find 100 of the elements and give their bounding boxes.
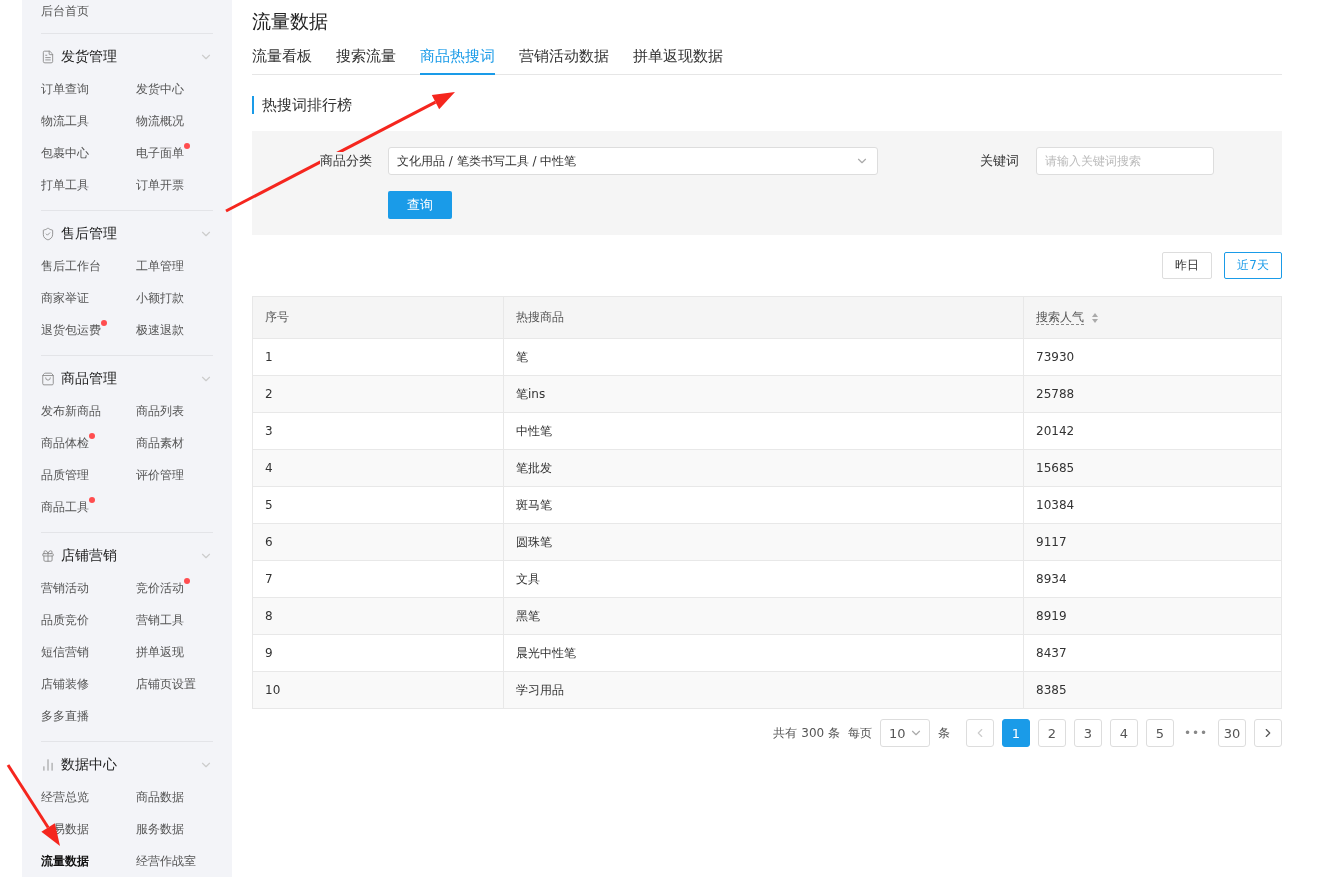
table-cell: 3: [252, 412, 504, 450]
sidebar-item[interactable]: 店铺页设置: [136, 673, 196, 695]
gift-icon: [41, 549, 55, 563]
table-cell: 9117: [1023, 523, 1282, 561]
table-cell: 文具: [503, 560, 1024, 598]
page-button[interactable]: 4: [1110, 719, 1138, 747]
table-cell: 15685: [1023, 449, 1282, 487]
sidebar-item[interactable]: 商品数据: [136, 786, 184, 808]
field-label: 关键词: [980, 152, 1019, 170]
sidebar-item[interactable]: 极速退款: [136, 319, 184, 341]
page-size-label: 每页: [848, 724, 872, 742]
section-title[interactable]: 商品管理: [61, 370, 199, 388]
sidebar-item[interactable]: 店铺装修: [41, 673, 89, 695]
table-cell: 中性笔: [503, 412, 1024, 450]
sidebar-item[interactable]: 服务数据: [136, 818, 184, 840]
table-cell: 6: [252, 523, 504, 561]
total-count: 共有 300 条: [773, 724, 840, 742]
sidebar-item[interactable]: 评价管理: [136, 464, 184, 486]
sidebar-item[interactable]: 发货中心: [136, 78, 184, 100]
chart-icon: [41, 758, 55, 772]
table-cell: 8437: [1023, 634, 1282, 672]
sidebar-item[interactable]: 竞价活动: [136, 577, 190, 599]
sidebar-item[interactable]: 小额打款: [136, 287, 184, 309]
keyword-field[interactable]: 请输入关键词搜索: [1036, 147, 1214, 175]
sidebar-item[interactable]: 包裹中心: [41, 142, 89, 164]
section-title[interactable]: 发货管理: [61, 48, 199, 66]
sidebar-item[interactable]: 售后工作台: [41, 255, 101, 277]
table-cell: 9: [252, 634, 504, 672]
sidebar-item[interactable]: 商品列表: [136, 400, 184, 422]
ellipsis: •••: [1182, 726, 1210, 740]
sidebar-item[interactable]: 电子面单: [136, 142, 190, 164]
section-title[interactable]: 售后管理: [61, 225, 199, 243]
table-cell: 10: [252, 671, 504, 709]
column-header: 热搜商品: [503, 296, 1024, 339]
page-button[interactable]: 5: [1146, 719, 1174, 747]
category-select[interactable]: 文化用品 / 笔类书写工具 / 中性笔: [388, 147, 878, 175]
sort-icon[interactable]: [1092, 312, 1098, 323]
sidebar-item[interactable]: 品质竞价: [41, 609, 89, 631]
table-cell: 黑笔: [503, 597, 1024, 635]
page-button[interactable]: 3: [1074, 719, 1102, 747]
table-cell: 8385: [1023, 671, 1282, 709]
tab[interactable]: 拼单返现数据: [633, 45, 723, 75]
column-header[interactable]: 搜索人气: [1023, 296, 1282, 339]
table-cell: 8934: [1023, 560, 1282, 598]
sidebar-item[interactable]: 品质管理: [41, 464, 89, 486]
table-cell: 8919: [1023, 597, 1282, 635]
sidebar-item[interactable]: 经营总览: [41, 786, 89, 808]
sidebar-item[interactable]: 多多直播: [41, 705, 89, 727]
sidebar-item[interactable]: 商品体检: [41, 432, 95, 454]
table-cell: 20142: [1023, 412, 1282, 450]
table-cell: 2: [252, 375, 504, 413]
table-cell: 1: [252, 338, 504, 376]
sidebar-item[interactable]: 营销活动: [41, 577, 89, 599]
table-cell: 10384: [1023, 486, 1282, 524]
tab[interactable]: 流量看板: [252, 45, 312, 75]
table-cell: 圆珠笔: [503, 523, 1024, 561]
sidebar-item[interactable]: 商家举证: [41, 287, 89, 309]
page-size-unit: 条: [938, 724, 950, 742]
page-title: 流量数据: [252, 9, 328, 34]
table-cell: 笔: [503, 338, 1024, 376]
sidebar-item[interactable]: 商品工具: [41, 496, 95, 518]
page-button[interactable]: 2: [1038, 719, 1066, 747]
section-heading: 热搜词排行榜: [252, 96, 352, 114]
table-cell: 5: [252, 486, 504, 524]
sidebar-item[interactable]: 订单开票: [136, 174, 184, 196]
page-size-select[interactable]: 10: [880, 719, 930, 747]
table-cell: 25788: [1023, 375, 1282, 413]
document-icon: [41, 50, 55, 64]
table-cell: 7: [252, 560, 504, 598]
sidebar-item[interactable]: 短信营销: [41, 641, 89, 663]
sidebar-item[interactable]: 拼单返现: [136, 641, 184, 663]
sidebar-item[interactable]: 物流概况: [136, 110, 184, 132]
shield-icon: [41, 227, 55, 241]
tab[interactable]: 搜索流量: [336, 45, 396, 75]
sidebar-item[interactable]: 流量数据: [41, 850, 89, 872]
page-button[interactable]: 30: [1218, 719, 1246, 747]
sidebar-item[interactable]: 打单工具: [41, 174, 89, 196]
next-page-button[interactable]: [1254, 719, 1282, 747]
tab[interactable]: 营销活动数据: [519, 45, 609, 75]
table-cell: 斑马笔: [503, 486, 1024, 524]
sidebar-item[interactable]: 工单管理: [136, 255, 184, 277]
table-cell: 笔批发: [503, 449, 1024, 487]
date-range-button[interactable]: 昨日: [1162, 252, 1213, 279]
table-cell: 笔ins: [503, 375, 1024, 413]
table-cell: 学习用品: [503, 671, 1024, 709]
sidebar-item[interactable]: 发布新商品: [41, 400, 101, 422]
section-title[interactable]: 店铺营销: [61, 547, 199, 565]
sidebar-item[interactable]: 订单查询: [41, 78, 89, 100]
sidebar-item[interactable]: 商品素材: [136, 432, 184, 454]
field-label: 商品分类: [320, 152, 372, 170]
table-cell: 73930: [1023, 338, 1282, 376]
sidebar-item[interactable]: 经营作战室: [136, 850, 196, 872]
table-cell: 8: [252, 597, 504, 635]
sidebar-item[interactable]: 退货包运费: [41, 319, 107, 341]
bag-icon: [41, 372, 55, 386]
sidebar-item[interactable]: 后台首页: [41, 0, 89, 22]
section-title[interactable]: 数据中心: [61, 756, 199, 774]
sidebar-item[interactable]: 营销工具: [136, 609, 184, 631]
table-cell: 4: [252, 449, 504, 487]
sidebar-item[interactable]: 物流工具: [41, 110, 89, 132]
